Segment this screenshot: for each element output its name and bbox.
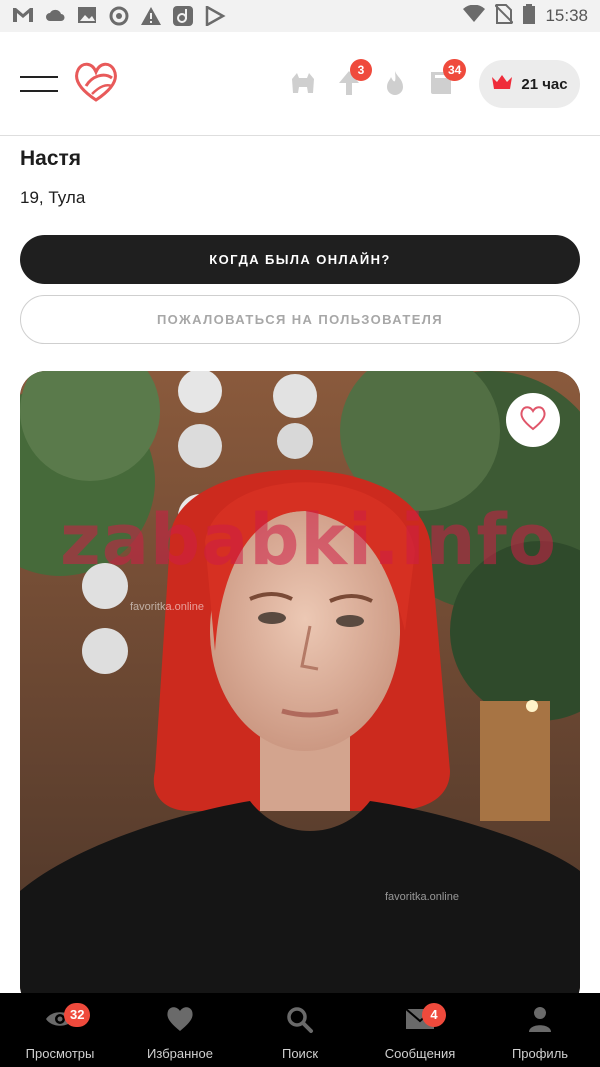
- nav-messages[interactable]: Сообщения 4: [360, 993, 480, 1067]
- kitty-icon[interactable]: [286, 66, 320, 100]
- nav-favorites[interactable]: Избранное: [120, 993, 240, 1067]
- user-icon: [525, 1005, 555, 1038]
- watermark: zababki.info: [60, 499, 557, 581]
- menu-icon[interactable]: [20, 76, 58, 92]
- nav-label: Просмотры: [25, 1046, 95, 1061]
- logo[interactable]: [72, 60, 120, 104]
- bottom-nav: Просмотры 32 Избранное Поиск Сообщения 4…: [0, 993, 600, 1067]
- wifi-icon: [463, 4, 486, 28]
- image-icon: [76, 6, 98, 26]
- add-favorite-button[interactable]: [506, 393, 560, 447]
- gmail-icon: [12, 6, 34, 26]
- photo-image: [20, 371, 580, 1011]
- report-user-button[interactable]: ПОЖАЛОВАТЬСЯ НА ПОЛЬЗОВАТЕЛЯ: [20, 295, 580, 344]
- battery-icon: [523, 3, 536, 29]
- clock: 15:38: [545, 6, 588, 25]
- status-bar: 15:38: [0, 0, 600, 32]
- profile-age-city: 19, Тула: [20, 188, 86, 207]
- search-icon: [285, 1005, 315, 1038]
- messages-badge: 4: [422, 1003, 446, 1027]
- watermark-small: favoritka.online: [130, 601, 204, 613]
- boost-badge: 3: [350, 59, 372, 81]
- nav-label: Поиск: [281, 1046, 319, 1061]
- no-sim-icon: [494, 3, 515, 29]
- nav-profile[interactable]: Профиль: [480, 993, 600, 1067]
- watermark-small: favoritka.online: [385, 891, 459, 903]
- heart-icon: [165, 1005, 195, 1038]
- crown-icon: [491, 74, 513, 95]
- notification-icons: [12, 4, 226, 28]
- fire-icon[interactable]: [378, 66, 412, 100]
- nav-label: Избранное: [147, 1046, 213, 1061]
- cloud-icon: [44, 6, 66, 26]
- profile-name: Настя: [20, 147, 82, 170]
- app-header: 3 34 21 час: [0, 32, 600, 136]
- warning-icon: [140, 6, 162, 26]
- premium-button[interactable]: 21 час: [479, 60, 580, 108]
- when-online-button[interactable]: КОГДА БЫЛА ОНЛАЙН?: [20, 235, 580, 284]
- premium-label: 21 час: [521, 75, 568, 93]
- play-store-icon: [204, 4, 226, 28]
- nav-label: Сообщения: [384, 1046, 456, 1061]
- book-badge: 34: [443, 59, 467, 81]
- nav-label: Профиль: [511, 1046, 569, 1061]
- heart-outline-icon: [519, 405, 547, 436]
- nav-views[interactable]: Просмотры 32: [0, 993, 120, 1067]
- app-icon: [172, 6, 194, 26]
- profile-photo[interactable]: zababki.info favoritka.online favoritka.…: [20, 371, 580, 1011]
- nav-search[interactable]: Поиск: [240, 993, 360, 1067]
- sync-icon: [108, 6, 130, 26]
- views-badge: 32: [64, 1003, 91, 1027]
